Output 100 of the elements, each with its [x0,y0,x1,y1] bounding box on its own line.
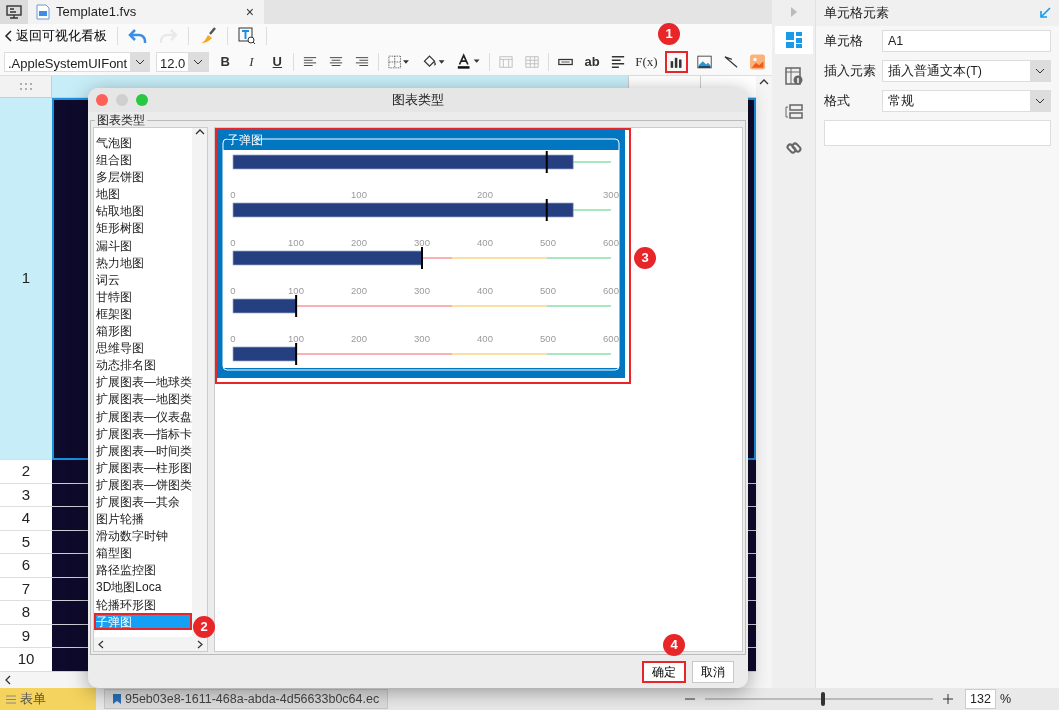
target-marker [545,199,548,221]
widget-icon [784,103,803,121]
link-icon [784,139,803,157]
bold-button[interactable]: B [215,50,236,73]
list-item[interactable]: 扩展图表—指标卡 [94,424,192,442]
list-item[interactable]: 地图 [94,185,192,203]
axis-tick-label: 300 [414,333,430,344]
sheet-tab[interactable]: 表单 [0,688,96,710]
scroll-up-icon[interactable] [194,128,205,136]
cell-layout-tab[interactable] [774,26,813,54]
row-header[interactable]: 1 [0,98,52,460]
italic-button[interactable]: I [241,50,262,73]
underline-button[interactable]: U [267,50,288,73]
list-item[interactable]: 路径监控图 [94,561,192,579]
undo-icon[interactable] [128,28,148,44]
axis-tick-label: 400 [477,333,493,344]
axis-tick-label: 300 [414,285,430,296]
caret-icon[interactable] [134,58,145,65]
font-select[interactable]: .AppleSystemUIFont [4,51,150,72]
list-item[interactable]: 滑动数字时钟 [94,527,192,545]
list-item[interactable]: 扩展图表—地球类 [94,373,192,391]
preview-icon[interactable] [238,27,256,45]
axis-tick-label: 200 [351,237,367,248]
list-item[interactable]: 扩展图表—饼图类 [94,475,192,493]
chevron-left-icon [4,30,12,42]
formula-button[interactable]: F(x) [634,50,659,73]
axis-tick-label: 600 [603,285,619,296]
dropdown[interactable]: 插入普通文本(T) [882,60,1051,82]
list-item[interactable]: 思维导图 [94,339,192,357]
zoom-field[interactable]: 132 [965,688,996,710]
axis-tick-label: 500 [540,237,556,248]
arrow-icon[interactable] [1039,7,1051,19]
file-icon [36,4,50,20]
list-item[interactable]: 词云 [94,270,192,288]
file-tab[interactable]: 95eb03e8-1611-468a-abda-4d56633b0c64.ec [104,689,389,709]
close-button[interactable]: × [243,5,256,19]
scroll-left-icon[interactable] [4,675,12,685]
list-item[interactable]: 图片轮播 [94,510,192,528]
axis-tick-label: 500 [540,333,556,344]
list-item[interactable]: 扩展图表—柱形图 [94,458,192,476]
zoom-slider[interactable] [821,692,826,706]
text-button[interactable]: ab [582,50,603,73]
list-item[interactable]: 框架图 [94,304,192,323]
axis-tick-label: 600 [603,237,619,248]
list-item[interactable]: 漏斗图 [94,236,192,254]
scroll-left-icon[interactable] [98,639,104,649]
dropdown[interactable]: 常规 [882,90,1051,112]
file-tab[interactable]: Template1.fvs × [28,0,264,24]
field-label: 格式 [824,92,851,110]
list-item[interactable]: 动态排名图 [94,356,192,374]
list-item[interactable]: 轮播环形图 [94,595,192,613]
list-item[interactable]: 扩展图表—时间类 [94,441,192,459]
caret-icon[interactable] [193,58,204,65]
cancel-button[interactable]: 取消 [692,660,734,683]
list-item[interactable]: 热力地图 [94,253,192,271]
list-item[interactable]: 矩形树图 [94,219,192,237]
preview-title: 子弹图 [227,133,263,147]
grid-dots-icon[interactable] [19,82,32,91]
cell-field[interactable]: A1 [882,30,1051,52]
panel-title: 单元格元素 [824,4,890,22]
axis-tick-label: 200 [351,285,367,296]
list-item[interactable]: 扩展图表—其余 [94,492,192,511]
axis-tick-label: 300 [603,189,619,200]
scroll-up-icon[interactable] [759,78,769,86]
measure-bar [232,346,297,362]
scroll-right-icon[interactable] [197,639,203,649]
designer-icon[interactable] [6,5,22,19]
list-item[interactable]: 甘特图 [94,287,192,305]
list-item[interactable]: 箱形图 [94,322,192,340]
axis-tick-label: 600 [603,333,619,344]
align-center-icon [329,55,344,68]
list-item[interactable]: 扩展图表—地图类 [94,390,192,408]
list-item[interactable]: 箱型图 [94,544,192,562]
ok-button[interactable]: 确定 [642,660,686,683]
slash-icon [723,53,738,70]
list-item[interactable]: 扩展图表—仪表盘 [94,407,192,425]
caret-icon [1035,98,1045,104]
cell-layout-icon [784,31,803,49]
target-marker [545,151,548,173]
list-item[interactable]: 组合图 [94,151,192,169]
list-item[interactable]: 3D地图Loca [94,578,192,596]
list-item[interactable]: 气泡图 [94,134,192,152]
input-field[interactable] [824,120,1051,146]
align-left-icon [303,55,318,68]
bar-chart-button[interactable] [664,50,688,73]
list-item[interactable]: 多层饼图 [94,168,192,186]
image-icon [696,53,712,70]
size-select[interactable]: 12.0 [156,51,210,72]
list-item[interactable]: 钻取地图 [94,202,192,220]
target-marker [421,247,423,269]
picture-icon [749,52,765,71]
axis-tick-label: 0 [230,189,236,200]
fill-icon [421,53,446,70]
percent-label: % [999,690,1011,708]
axis-tick-label: 100 [351,189,367,200]
list-icon [6,694,16,704]
axis-tick-label: 0 [230,237,236,248]
brush-icon[interactable] [199,27,217,45]
zoom-in-icon[interactable] [943,694,953,704]
back-button[interactable]: 返回可视化看板 [4,26,107,46]
